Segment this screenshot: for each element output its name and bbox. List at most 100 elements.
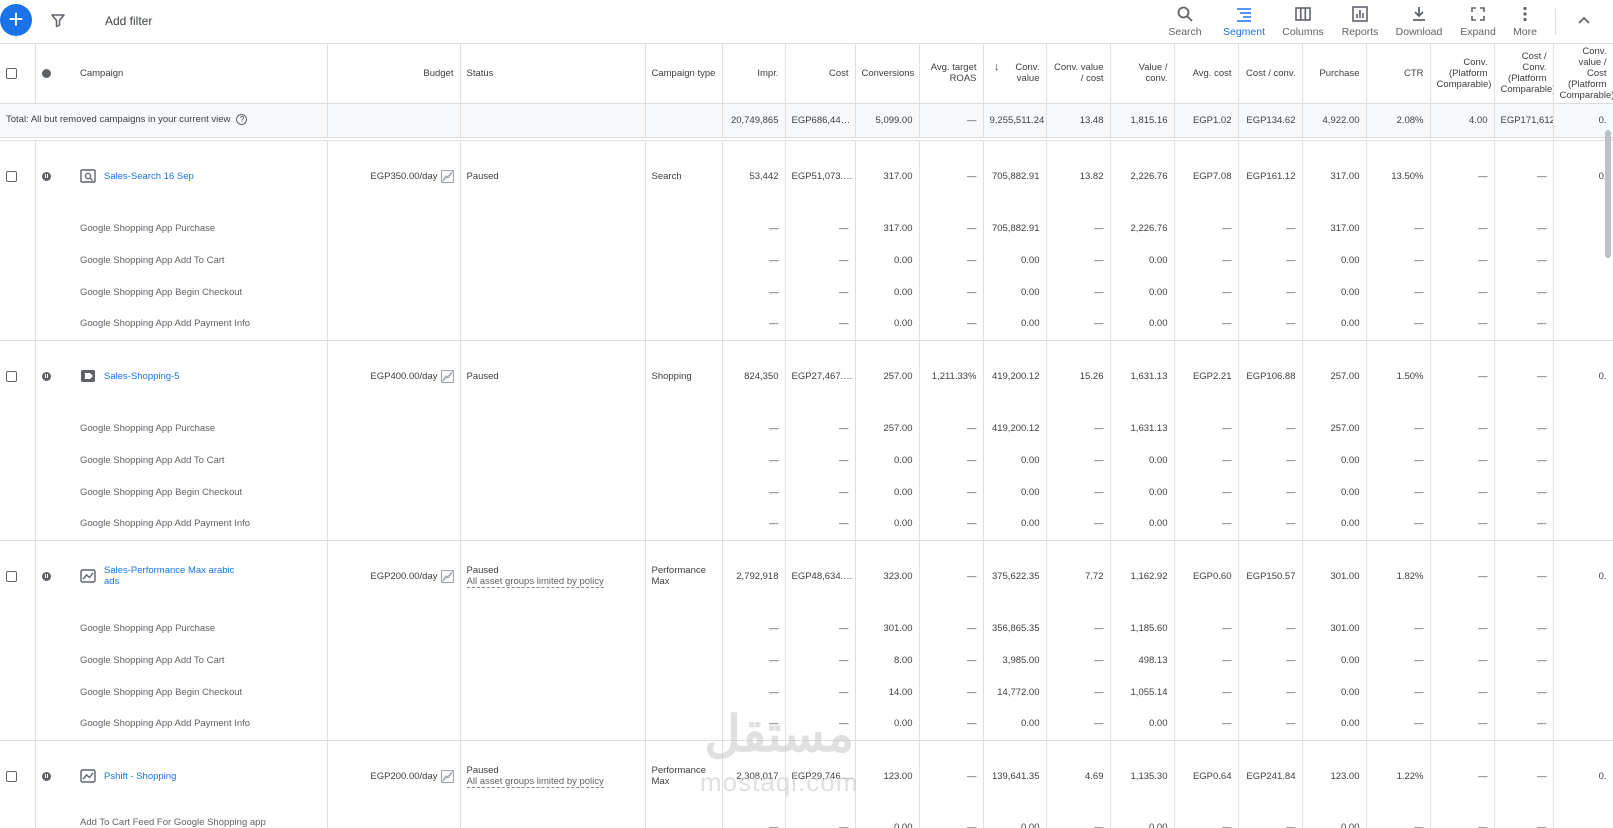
- download-button[interactable]: Download: [1390, 5, 1448, 38]
- seg-metric-impr: —: [722, 276, 786, 308]
- budget-chart-icon[interactable]: [440, 769, 454, 783]
- col-status[interactable]: Status: [460, 44, 646, 104]
- status-filter-icon[interactable]: [41, 68, 51, 78]
- col-conv-platform[interactable]: Conv. (Platform Comparable): [1430, 44, 1495, 104]
- col-cost-conv-platform[interactable]: Cost / Conv. (Platform Comparable): [1494, 44, 1554, 104]
- status-text: Paused: [466, 564, 499, 576]
- status-cell: Paused All asset groups limited by policy: [460, 539, 646, 612]
- col-campaign[interactable]: Campaign: [74, 44, 328, 104]
- segment-button[interactable]: Segment: [1215, 5, 1273, 38]
- total-impr: 20,749,865: [722, 103, 786, 138]
- budget-cell[interactable]: EGP200.00/day: [327, 539, 461, 612]
- paused-status-icon[interactable]: [41, 571, 51, 581]
- col-conv-value-platform[interactable]: Conv. value / Cost (Platform Comparable): [1553, 44, 1613, 104]
- row-checkbox[interactable]: [6, 170, 17, 182]
- col-avg-cost[interactable]: Avg. cost: [1174, 44, 1239, 104]
- metric-conv-platform: —: [1430, 139, 1495, 212]
- col-cost-conv[interactable]: Cost / conv.: [1238, 44, 1303, 104]
- paused-status-icon[interactable]: [41, 771, 51, 781]
- seg-empty: [645, 812, 723, 828]
- create-button[interactable]: +: [0, 4, 32, 36]
- campaign-row[interactable]: Pshift - Shopping EGP200.00/day Paused All …: [0, 739, 1613, 812]
- status-detail-link[interactable]: All asset groups limited by policy: [466, 776, 604, 788]
- seg-metric-conv-platform: —: [1430, 644, 1495, 676]
- seg-empty: [35, 444, 74, 476]
- metric-cost: EGP29,746.…: [785, 739, 856, 812]
- col-value-conv[interactable]: Value / conv.: [1110, 44, 1175, 104]
- seg-empty: [460, 676, 646, 708]
- row-status-cell: [35, 539, 74, 612]
- total-conv-value: 9,255,511.24: [983, 103, 1047, 138]
- seg-metric-avg-target-roas: —: [919, 708, 984, 741]
- seg-metric-value-conv: 2,226.76: [1110, 212, 1175, 244]
- row-status-cell: [35, 139, 74, 212]
- col-conv-value[interactable]: ↓ Conv. value: [983, 44, 1047, 104]
- more-button[interactable]: More: [1496, 5, 1554, 38]
- col-conv-value-cost[interactable]: Conv. value / cost: [1046, 44, 1111, 104]
- campaign-name-link[interactable]: Sales-Shopping-5: [104, 371, 244, 382]
- campaign-name-link[interactable]: Sales-Search 16 Sep: [104, 171, 244, 182]
- col-budget[interactable]: Budget: [327, 44, 461, 104]
- campaign-row[interactable]: Sales-Shopping-5 EGP400.00/day Paused Shopp…: [0, 339, 1613, 412]
- col-purchase[interactable]: Purchase: [1302, 44, 1367, 104]
- search-button[interactable]: Search: [1156, 5, 1214, 38]
- seg-metric-avg-target-roas: —: [919, 676, 984, 708]
- status-detail-link[interactable]: All asset groups limited by policy: [466, 576, 604, 588]
- col-conversions[interactable]: Conversions: [855, 44, 920, 104]
- budget-chart-icon[interactable]: [440, 569, 454, 583]
- segment-label: Segment: [1222, 26, 1266, 38]
- select-all-checkbox[interactable]: [6, 67, 17, 79]
- seg-metric-cost-conv: —: [1238, 276, 1303, 308]
- budget-chart-icon[interactable]: [440, 169, 454, 183]
- col-impr[interactable]: Impr.: [722, 44, 786, 104]
- reports-button[interactable]: Reports: [1331, 5, 1389, 38]
- row-checkbox[interactable]: [6, 370, 17, 382]
- total-label-cell: Total: All but removed campaigns in your…: [0, 103, 328, 138]
- campaign-name-link[interactable]: Pshift - Shopping: [104, 771, 244, 782]
- help-icon[interactable]: ?: [236, 114, 248, 126]
- seg-metric-conv-platform: —: [1430, 508, 1495, 541]
- seg-metric-conv-value: 0.00: [983, 812, 1047, 828]
- col-campaign-type[interactable]: Campaign type: [645, 44, 723, 104]
- seg-metric-ctr: —: [1366, 444, 1431, 476]
- row-checkbox[interactable]: [6, 570, 17, 582]
- budget-cell[interactable]: EGP200.00/day: [327, 739, 461, 812]
- metric-cost-conv-platform: —: [1494, 539, 1554, 612]
- segment-row: Google Shopping App Begin Checkout — —0.00…: [0, 276, 1613, 308]
- campaign-row[interactable]: Sales-Performance Max arabic ads EGP200.0…: [0, 539, 1613, 612]
- budget-cell[interactable]: EGP400.00/day: [327, 339, 461, 412]
- chevron-up-icon[interactable]: [1575, 12, 1593, 30]
- col-cost[interactable]: Cost: [785, 44, 856, 104]
- seg-empty: [460, 812, 646, 828]
- metric-impr: 2,792,918: [722, 539, 786, 612]
- seg-metric-cost-conv: —: [1238, 476, 1303, 508]
- paused-status-icon[interactable]: [41, 371, 51, 381]
- columns-button[interactable]: Columns: [1274, 5, 1332, 38]
- seg-empty: [0, 676, 36, 708]
- segment-row: Google Shopping App Begin Checkout — —14.0…: [0, 676, 1613, 708]
- seg-metric-conv-value: 356,865.35: [983, 612, 1047, 644]
- col-avg-target-roas[interactable]: Avg. target ROAS: [919, 44, 984, 104]
- seg-empty: [327, 612, 461, 644]
- add-filter-button[interactable]: Add filter: [105, 14, 152, 28]
- seg-metric-value-conv: 1,055.14: [1110, 676, 1175, 708]
- vertical-scrollbar[interactable]: [1605, 130, 1611, 258]
- status-cell: Paused All asset groups limited by policy: [460, 739, 646, 812]
- budget-value: EGP350.00/day: [370, 170, 438, 182]
- paused-status-icon[interactable]: [41, 171, 51, 181]
- seg-metric-purchase: 0.00: [1302, 676, 1367, 708]
- seg-empty: [460, 612, 646, 644]
- seg-metric-avg-cost: —: [1174, 412, 1239, 444]
- seg-metric-conversions: 0.00: [855, 508, 920, 541]
- row-checkbox[interactable]: [6, 770, 17, 782]
- seg-metric-value-conv: 0.00: [1110, 812, 1175, 828]
- col-ctr[interactable]: CTR: [1366, 44, 1431, 104]
- seg-metric-conv-platform: —: [1430, 244, 1495, 276]
- budget-chart-icon[interactable]: [440, 369, 454, 383]
- campaign-row[interactable]: Sales-Search 16 Sep EGP350.00/day Paused Se…: [0, 139, 1613, 212]
- filter-icon[interactable]: [50, 12, 66, 28]
- campaign-name-link[interactable]: Sales-Performance Max arabic ads: [104, 565, 244, 587]
- seg-metric-conversions: 0.00: [855, 276, 920, 308]
- budget-cell[interactable]: EGP350.00/day: [327, 139, 461, 212]
- seg-metric-conv-value-cost: —: [1046, 644, 1111, 676]
